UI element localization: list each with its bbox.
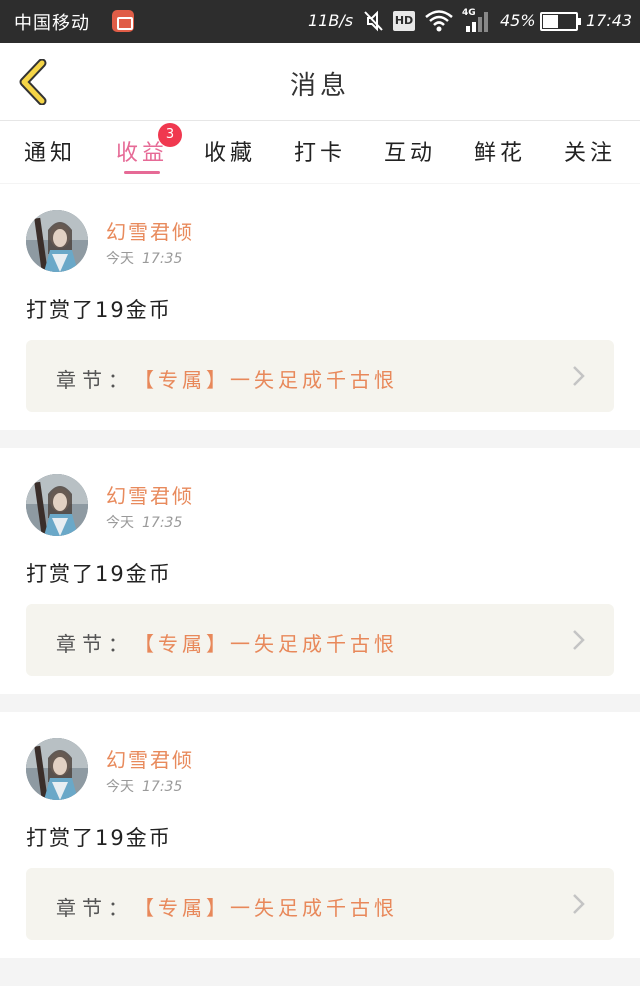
username[interactable]: 幻雪君倾 — [106, 744, 194, 773]
avatar[interactable] — [26, 738, 88, 800]
battery-percent: 45% — [500, 11, 536, 30]
chapter-label: 章节： — [56, 632, 134, 656]
tab-earnings[interactable]: 收益 3 — [112, 123, 182, 174]
message-text: 打赏了19金币 — [26, 826, 172, 850]
chapter-title: 【专属】一失足成千古恨 — [134, 632, 398, 656]
timestamp: 今天 17:35 — [106, 776, 182, 796]
app-header: 消息 — [0, 43, 640, 121]
tab-notifications[interactable]: 通知 — [20, 135, 80, 167]
message-card: 幻雪君倾 今天 17:35 打赏了19金币 章节： 【专属】一失足成千古恨 — [0, 184, 640, 430]
chapter-link[interactable]: 章节： 【专属】一失足成千古恨 — [26, 868, 614, 940]
avatar[interactable] — [26, 210, 88, 272]
chapter-label: 章节： — [56, 896, 134, 920]
status-bar: 中国移动 11B/s HD 4G 45% 17:43 — [0, 0, 640, 43]
tab-flowers[interactable]: 鲜花 — [470, 135, 530, 167]
timestamp-time: 17:35 — [142, 779, 183, 795]
username[interactable]: 幻雪君倾 — [106, 216, 194, 245]
net-speed: 11B/s — [308, 11, 354, 30]
chevron-right-icon — [573, 366, 585, 386]
battery-icon — [540, 12, 581, 31]
avatar-image — [26, 210, 88, 272]
timestamp-date: 今天 — [106, 251, 134, 267]
unread-badge: 3 — [158, 123, 182, 147]
chapter-link[interactable]: 章节： 【专属】一失足成千古恨 — [26, 340, 614, 412]
tab-bar: 通知 收益 3 收藏 打卡 互动 鲜花 关注 — [0, 121, 640, 183]
tab-earnings-label: 收益 — [115, 141, 168, 166]
tab-favorites[interactable]: 收藏 — [200, 135, 260, 167]
message-card: 幻雪君倾 今天 17:35 打赏了19金币 章节： 【专属】一失足成千古恨 — [0, 712, 640, 958]
timestamp-time: 17:35 — [142, 515, 183, 531]
notification-app-icon — [112, 10, 134, 32]
chapter-label: 章节： — [56, 368, 134, 392]
timestamp-date: 今天 — [106, 779, 134, 795]
chevron-right-icon — [573, 894, 585, 914]
timestamp-date: 今天 — [106, 515, 134, 531]
timestamp: 今天 17:35 — [106, 512, 182, 532]
message-text: 打赏了19金币 — [26, 298, 172, 322]
clock: 17:43 — [586, 11, 633, 30]
signal-icon: 4G — [462, 8, 488, 32]
tab-checkin[interactable]: 打卡 — [290, 135, 350, 167]
tab-interaction[interactable]: 互动 — [380, 135, 440, 167]
mute-icon — [364, 10, 383, 32]
chapter-title: 【专属】一失足成千古恨 — [134, 896, 398, 920]
network-type-label: 4G — [462, 8, 476, 18]
timestamp-time: 17:35 — [142, 251, 183, 267]
tab-active-indicator — [124, 171, 160, 174]
chevron-right-icon — [573, 630, 585, 650]
message-text: 打赏了19金币 — [26, 562, 172, 586]
chapter-link[interactable]: 章节： 【专属】一失足成千古恨 — [26, 604, 614, 676]
avatar[interactable] — [26, 474, 88, 536]
hd-badge: HD — [393, 11, 415, 31]
wifi-icon — [425, 10, 453, 32]
timestamp: 今天 17:35 — [106, 248, 182, 268]
tab-follow[interactable]: 关注 — [560, 135, 620, 167]
username[interactable]: 幻雪君倾 — [106, 480, 194, 509]
avatar-image — [26, 474, 88, 536]
message-card: 幻雪君倾 今天 17:35 打赏了19金币 章节： 【专属】一失足成千古恨 — [0, 448, 640, 694]
carrier-label: 中国移动 — [14, 13, 90, 34]
avatar-image — [26, 738, 88, 800]
page-title: 消息 — [289, 71, 350, 101]
chapter-title: 【专属】一失足成千古恨 — [134, 368, 398, 392]
